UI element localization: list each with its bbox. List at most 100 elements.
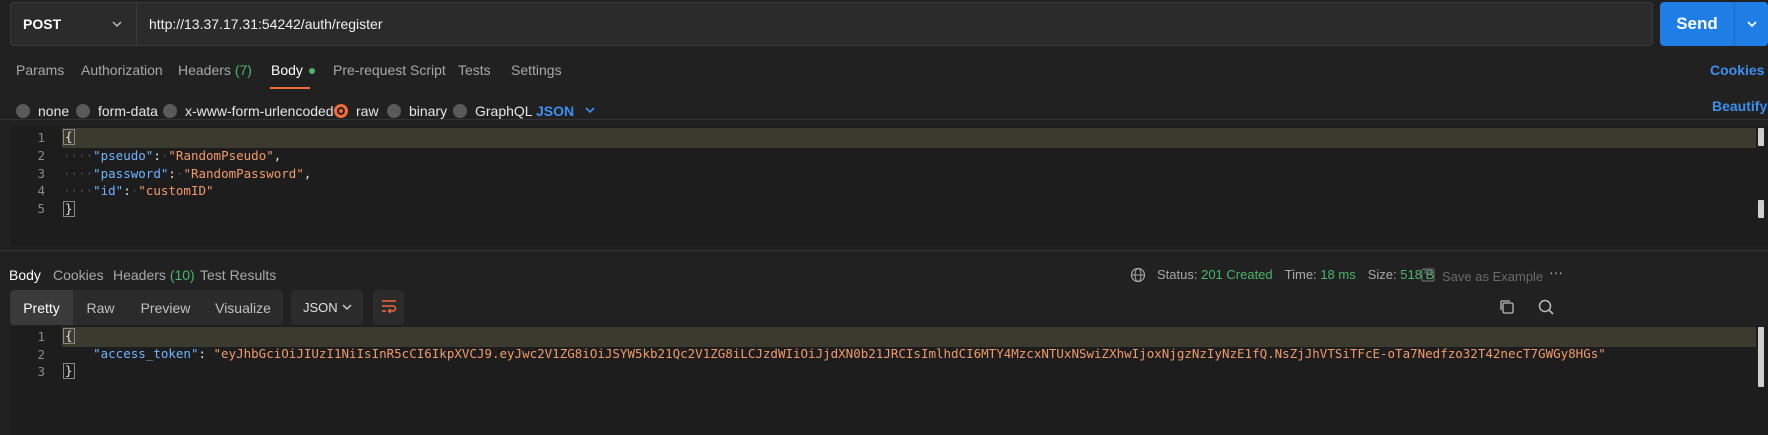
scrollbar-thumb[interactable] bbox=[1758, 128, 1764, 146]
status-value[interactable]: 201 Created bbox=[1201, 267, 1273, 282]
close-brace: } bbox=[63, 201, 75, 217]
body-modified-dot bbox=[308, 68, 315, 75]
status-info: Status: 201 Created Time: 18 ms Size: 51… bbox=[1157, 267, 1434, 282]
json-value: "RandomPseudo" bbox=[168, 148, 274, 163]
request-body-editor[interactable]: 1 2 3 4 5 { ····"pseudo":·"RandomPseudo"… bbox=[10, 126, 1768, 246]
send-label: Send bbox=[1676, 14, 1718, 33]
radio-raw-label: raw bbox=[356, 103, 379, 119]
view-mode-selector: Pretty Raw Preview Visualize bbox=[10, 290, 283, 325]
tab-body-label: Body bbox=[271, 62, 303, 78]
line-number: 1 bbox=[37, 329, 45, 344]
line-number: 4 bbox=[37, 183, 45, 198]
radio-none-label: none bbox=[38, 103, 70, 119]
json-key: "pseudo" bbox=[93, 148, 154, 163]
tab-headers-count: (7) bbox=[234, 62, 252, 78]
response-tab-cookies[interactable]: Cookies bbox=[53, 267, 104, 283]
radio-graphql-label: GraphQL bbox=[475, 103, 533, 119]
active-tab-underline bbox=[270, 87, 310, 89]
radio-binary[interactable]: binary bbox=[387, 103, 447, 119]
response-headers-count: (10) bbox=[169, 267, 195, 283]
divider bbox=[0, 250, 1768, 251]
tab-params[interactable]: Params bbox=[16, 62, 64, 78]
divider bbox=[0, 119, 1768, 120]
size-label: Size: bbox=[1367, 267, 1397, 282]
beautify-link[interactable]: Beautify bbox=[1712, 98, 1767, 114]
save-as-example-label: Save as Example bbox=[1442, 269, 1544, 284]
line-number: 3 bbox=[37, 364, 45, 379]
radio-indicator-selected bbox=[334, 104, 348, 118]
response-tab-body[interactable]: Body bbox=[9, 267, 41, 283]
radio-form-data[interactable]: form-data bbox=[76, 103, 158, 119]
body-format-select[interactable]: JSON bbox=[536, 103, 596, 119]
view-preview-button[interactable]: Preview bbox=[128, 290, 203, 325]
more-options-icon[interactable]: ··· bbox=[1549, 264, 1563, 280]
tab-tests[interactable]: Tests bbox=[458, 62, 491, 78]
json-value: "eyJhbGciOiJIUzI1NiIsInR5cCI6IkpXVCJ9.ey… bbox=[213, 346, 1606, 361]
response-tab-headers[interactable]: Headers (10) bbox=[113, 267, 195, 283]
chevron-down-icon bbox=[584, 103, 596, 119]
current-line-highlight bbox=[62, 128, 1756, 148]
method-select[interactable]: POST bbox=[10, 2, 137, 46]
chevron-down-icon bbox=[110, 17, 124, 34]
radio-indicator bbox=[387, 104, 401, 118]
open-brace: { bbox=[63, 328, 75, 344]
radio-raw[interactable]: raw bbox=[334, 103, 379, 119]
line-number: 3 bbox=[37, 166, 45, 181]
code-line: ····"password":·"RandomPassword", bbox=[63, 166, 312, 181]
radio-graphql[interactable]: GraphQL bbox=[453, 103, 533, 119]
radio-indicator bbox=[163, 104, 177, 118]
save-as-example-button[interactable]: Save as Example bbox=[1420, 267, 1543, 286]
response-format-label: JSON bbox=[303, 300, 338, 315]
radio-binary-label: binary bbox=[409, 103, 448, 119]
current-line-highlight bbox=[62, 327, 1756, 347]
json-key: "password" bbox=[93, 166, 169, 181]
radio-form-data-label: form-data bbox=[98, 103, 158, 119]
json-value: "customID" bbox=[138, 183, 214, 198]
tab-pre-request-script[interactable]: Pre-request Script bbox=[333, 62, 446, 78]
cookies-link[interactable]: Cookies bbox=[1710, 62, 1764, 78]
radio-urlencoded[interactable]: x-www-form-urlencoded bbox=[163, 103, 334, 119]
json-key: "access_token" bbox=[93, 346, 199, 361]
tab-authorization[interactable]: Authorization bbox=[81, 62, 163, 78]
send-options-chevron-icon[interactable] bbox=[1735, 17, 1768, 31]
wrap-lines-icon bbox=[380, 298, 398, 318]
close-brace: } bbox=[63, 363, 75, 379]
response-tab-test-results[interactable]: Test Results bbox=[200, 267, 276, 283]
save-icon bbox=[1420, 267, 1436, 286]
copy-icon[interactable] bbox=[1498, 298, 1516, 320]
code-line: "access_token": "eyJhbGciOiJIUzI1NiIsInR… bbox=[93, 346, 1606, 361]
send-button[interactable]: Send bbox=[1660, 2, 1768, 46]
radio-none[interactable]: none bbox=[16, 103, 69, 119]
status-label: Status: bbox=[1157, 267, 1198, 282]
tab-body[interactable]: Body bbox=[271, 62, 315, 78]
tab-headers[interactable]: Headers (7) bbox=[178, 62, 252, 78]
view-pretty-button[interactable]: Pretty bbox=[10, 290, 73, 325]
chevron-down-icon bbox=[341, 301, 353, 316]
code-line: ····"pseudo":·"RandomPseudo", bbox=[63, 148, 282, 163]
scrollbar-thumb[interactable] bbox=[1758, 327, 1764, 387]
url-input[interactable]: http://13.37.17.31:54242/auth/register bbox=[137, 2, 1653, 46]
line-number: 5 bbox=[37, 201, 45, 216]
body-format-label: JSON bbox=[536, 103, 575, 119]
view-raw-button[interactable]: Raw bbox=[73, 290, 128, 325]
tab-settings[interactable]: Settings bbox=[511, 62, 562, 78]
method-label: POST bbox=[23, 16, 62, 32]
scrollbar-thumb[interactable] bbox=[1758, 200, 1764, 218]
globe-icon[interactable] bbox=[1130, 267, 1146, 287]
time-value[interactable]: 18 ms bbox=[1320, 267, 1355, 282]
tab-headers-label: Headers bbox=[178, 62, 231, 78]
radio-indicator bbox=[453, 104, 467, 118]
response-body-viewer[interactable]: 1 2 3 { "access_token": "eyJhbGciOiJIUzI… bbox=[10, 326, 1768, 435]
line-number: 1 bbox=[37, 130, 45, 145]
radio-urlencoded-label: x-www-form-urlencoded bbox=[185, 103, 334, 119]
search-icon[interactable] bbox=[1537, 298, 1555, 320]
view-visualize-button[interactable]: Visualize bbox=[203, 290, 283, 325]
response-format-select[interactable]: JSON bbox=[291, 290, 363, 325]
wrap-lines-button[interactable] bbox=[373, 290, 404, 325]
url-text: http://13.37.17.31:54242/auth/register bbox=[149, 16, 383, 32]
json-value: "RandomPassword" bbox=[183, 166, 304, 181]
code-line: ····"id":·"customID" bbox=[63, 183, 214, 198]
response-headers-label: Headers bbox=[113, 267, 166, 283]
radio-indicator bbox=[16, 104, 30, 118]
radio-indicator bbox=[76, 104, 90, 118]
